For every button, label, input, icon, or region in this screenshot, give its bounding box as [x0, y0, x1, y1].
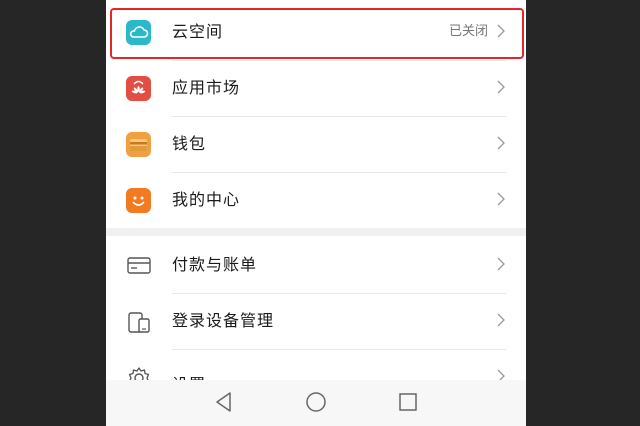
cloud-icon — [126, 20, 151, 45]
card-icon — [127, 257, 151, 274]
status-text: 已关闭 — [448, 24, 488, 39]
devices-icon — [128, 312, 150, 333]
settings-item-label: 钱包 — [172, 134, 207, 153]
huawei-appgallery-icon — [126, 76, 151, 101]
settings-item-app-market[interactable]: 应用市场 — [106, 60, 526, 116]
recent-apps-icon[interactable] — [396, 390, 420, 414]
settings-item-label: 设置 — [172, 357, 206, 380]
navigation-bar — [106, 380, 526, 426]
wallet-icon — [126, 132, 151, 157]
settings-item-label: 应用市场 — [172, 78, 241, 97]
section-gap — [106, 228, 526, 236]
settings-item-payment-bills[interactable]: 付款与账单 — [106, 237, 526, 293]
back-icon[interactable] — [212, 390, 236, 414]
chevron-right-icon — [497, 369, 505, 380]
phone-screen: 云空间 已关闭 应用市场 钱包 我的中心 付款与账单 登录设备管理 — [106, 0, 526, 426]
chevron-right-icon — [497, 80, 505, 94]
settings-item-label: 登录设备管理 — [172, 311, 275, 330]
settings-item-device-management[interactable]: 登录设备管理 — [106, 293, 526, 349]
settings-item-wallet[interactable]: 钱包 — [106, 116, 526, 172]
chevron-right-icon — [497, 257, 505, 271]
settings-item-label: 我的中心 — [172, 190, 241, 209]
settings-item-label: 付款与账单 — [172, 255, 258, 274]
gear-icon — [128, 367, 150, 380]
chevron-right-icon — [497, 192, 505, 206]
chevron-right-icon — [497, 313, 505, 327]
home-icon[interactable] — [304, 390, 328, 414]
chevron-right-icon — [497, 24, 505, 38]
settings-item-settings[interactable]: 设置 — [106, 349, 526, 380]
settings-item-cloud[interactable]: 云空间 已关闭 — [106, 4, 526, 60]
settings-item-label: 云空间 — [172, 22, 224, 41]
chevron-right-icon — [497, 136, 505, 150]
smiley-icon — [126, 188, 151, 213]
settings-list: 云空间 已关闭 应用市场 钱包 我的中心 付款与账单 登录设备管理 — [106, 0, 526, 380]
settings-item-my-center[interactable]: 我的中心 — [106, 172, 526, 228]
